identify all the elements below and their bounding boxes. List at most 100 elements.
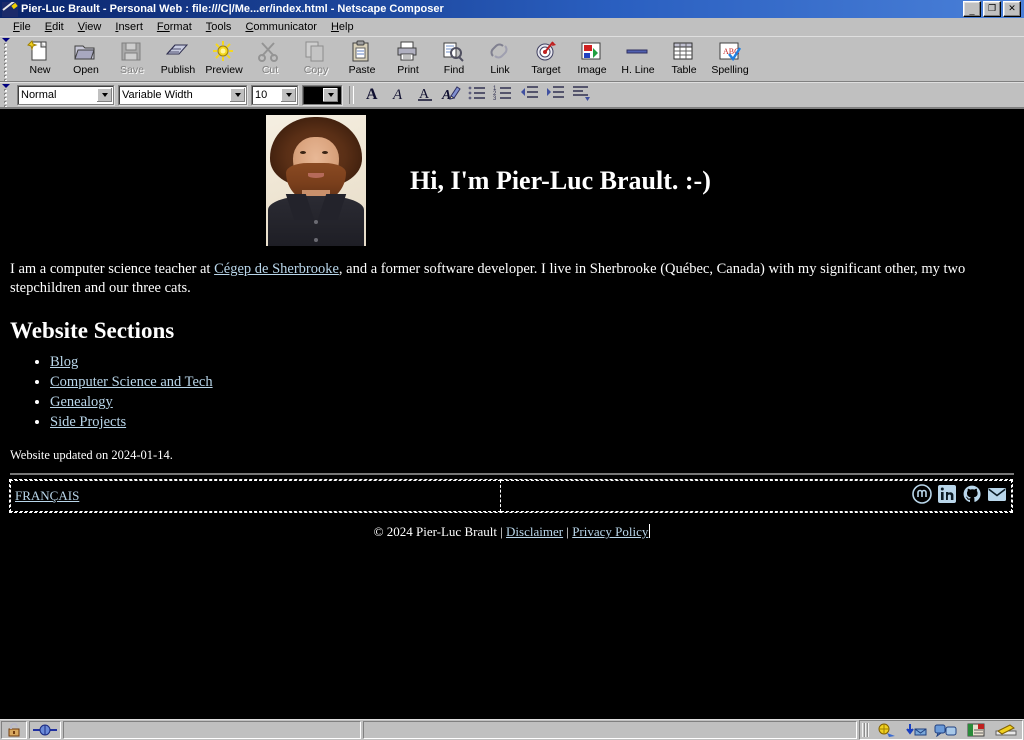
font-family-select[interactable]: Variable Width <box>118 85 247 105</box>
outdent-button[interactable] <box>517 85 541 106</box>
target-button[interactable]: Target <box>523 39 569 76</box>
spellcheck-icon: ABC <box>717 40 743 64</box>
menu-label-rest: iew <box>84 21 102 33</box>
italic-A-icon: A <box>389 84 409 107</box>
numbered-list-button[interactable]: 123 <box>491 85 515 106</box>
menu-help[interactable]: Help <box>324 19 361 35</box>
toolbar-button-label: Find <box>443 64 465 76</box>
mastodon-icon[interactable] <box>912 484 932 504</box>
menu-communicator[interactable]: Communicator <box>238 19 324 35</box>
footer-cell-social[interactable] <box>500 480 1012 512</box>
section-link-computer-science-and-tech[interactable]: Computer Science and Tech <box>50 374 213 390</box>
menu-accelerator: H <box>330 21 339 33</box>
chevron-down-icon[interactable] <box>97 88 112 102</box>
section-link-side-projects[interactable]: Side Projects <box>50 414 126 430</box>
text-color-select[interactable] <box>302 85 342 105</box>
image-button[interactable]: Image <box>569 39 615 76</box>
github-icon[interactable] <box>962 484 982 504</box>
minimize-button[interactable]: _ <box>963 1 981 17</box>
portrait-photo[interactable] <box>266 115 366 246</box>
copy-icon <box>303 40 329 64</box>
publish-button[interactable]: Publish <box>155 39 201 76</box>
menu-bar: File Edit View Insert Format Tools Communicato… <box>0 18 1024 36</box>
section-link-genealogy[interactable]: Genealogy <box>50 394 113 410</box>
chevron-down-icon[interactable] <box>323 88 338 102</box>
formatbar-grip[interactable] <box>0 83 11 107</box>
save-button: Save <box>109 39 155 76</box>
scissors-icon <box>257 40 283 64</box>
disclaimer-link[interactable]: Disclaimer <box>506 524 563 539</box>
horizontal-line-icon <box>625 40 651 64</box>
linkedin-icon[interactable] <box>937 484 957 504</box>
email-icon[interactable] <box>987 484 1007 504</box>
paste-button[interactable]: Paste <box>339 39 385 76</box>
close-button[interactable]: ✕ <box>1003 1 1021 17</box>
menu-label-rest: ommunicator <box>253 21 317 33</box>
restore-button[interactable]: ❐ <box>983 1 1001 17</box>
indent-icon <box>545 84 565 107</box>
print-button[interactable]: Print <box>385 39 431 76</box>
spelling-button[interactable]: ABC Spelling <box>707 39 753 76</box>
composer-button[interactable] <box>992 722 1020 738</box>
highlight-pen-icon: A <box>441 84 461 107</box>
component-bar-grip[interactable] <box>862 723 870 737</box>
security-padlock-icon[interactable] <box>1 721 27 739</box>
menu-format[interactable]: Format <box>150 19 199 35</box>
align-button[interactable] <box>569 85 593 106</box>
chevron-down-icon[interactable] <box>230 88 245 102</box>
section-link-blog[interactable]: Blog <box>50 354 78 370</box>
horizontal-rule <box>10 473 1014 475</box>
privacy-policy-link[interactable]: Privacy Policy <box>572 524 648 539</box>
font-size-select[interactable]: 10 <box>251 85 298 105</box>
link-button[interactable]: Link <box>477 39 523 76</box>
menu-edit[interactable]: Edit <box>38 19 71 35</box>
menu-accelerator: Fo <box>156 21 170 33</box>
underline-button[interactable]: A <box>413 85 437 106</box>
indent-button[interactable] <box>543 85 567 106</box>
toolbar-button-label: H. Line <box>621 64 655 76</box>
menu-file[interactable]: File <box>6 19 38 35</box>
toolbar-button-label: Open <box>73 64 99 76</box>
menu-insert[interactable]: Insert <box>108 19 150 35</box>
minimize-glyph: _ <box>969 5 975 15</box>
intro-paragraph: I am a computer science teacher at Cégep… <box>10 260 995 298</box>
composition-toolbar: New Open Save Publish Preview Cut Copy Paste Pri… <box>0 36 1024 82</box>
francais-link[interactable]: FRANÇAIS <box>15 488 79 503</box>
text-cursor <box>649 524 651 538</box>
toolbar-grip[interactable] <box>0 37 11 81</box>
navigator-button[interactable] <box>872 722 900 738</box>
menu-view[interactable]: View <box>71 19 109 35</box>
find-button[interactable]: Find <box>431 39 477 76</box>
footer-cell-language[interactable]: FRANÇAIS <box>9 480 502 512</box>
toolbar-button-label: Print <box>397 64 419 76</box>
addressbook-button[interactable] <box>962 722 990 738</box>
mailbox-button[interactable] <box>902 722 930 738</box>
chevron-down-icon[interactable] <box>281 88 296 102</box>
toolbar-button-label: Image <box>577 64 607 76</box>
collapse-arrow-icon[interactable] <box>1 38 10 42</box>
table-button[interactable]: Table <box>661 39 707 76</box>
new-button[interactable]: New <box>17 39 63 76</box>
menu-tools[interactable]: Tools <box>199 19 239 35</box>
hero-row: Hi, I'm Pier-Luc Brault. :-) <box>10 109 1014 246</box>
preview-button[interactable]: Preview <box>201 39 247 76</box>
font-family-value: Variable Width <box>122 89 193 101</box>
online-indicator-icon[interactable] <box>29 721 61 739</box>
paragraph-style-select[interactable]: Normal <box>17 85 114 105</box>
target-icon <box>533 40 559 64</box>
footer-table[interactable]: FRANÇAIS <box>9 479 1013 513</box>
document-edit-area[interactable]: Hi, I'm Pier-Luc Brault. :-) I am a comp… <box>0 108 1024 719</box>
bullet-list-button[interactable] <box>465 85 489 106</box>
cegep-link[interactable]: Cégep de Sherbrooke <box>214 261 339 277</box>
bold-button[interactable]: A <box>361 85 385 106</box>
discussions-button[interactable] <box>932 722 960 738</box>
text-color-button[interactable]: A <box>439 85 463 106</box>
svg-text:3: 3 <box>493 96 497 102</box>
netscape-composer-window: Pier-Luc Brault - Personal Web : file://… <box>0 0 1024 740</box>
italic-button[interactable]: A <box>387 85 411 106</box>
collapse-arrow-icon[interactable] <box>1 84 10 88</box>
open-button[interactable]: Open <box>63 39 109 76</box>
restore-glyph: ❐ <box>987 3 997 13</box>
list-item: Blog <box>50 352 1014 372</box>
h-line-button[interactable]: H. Line <box>615 39 661 76</box>
